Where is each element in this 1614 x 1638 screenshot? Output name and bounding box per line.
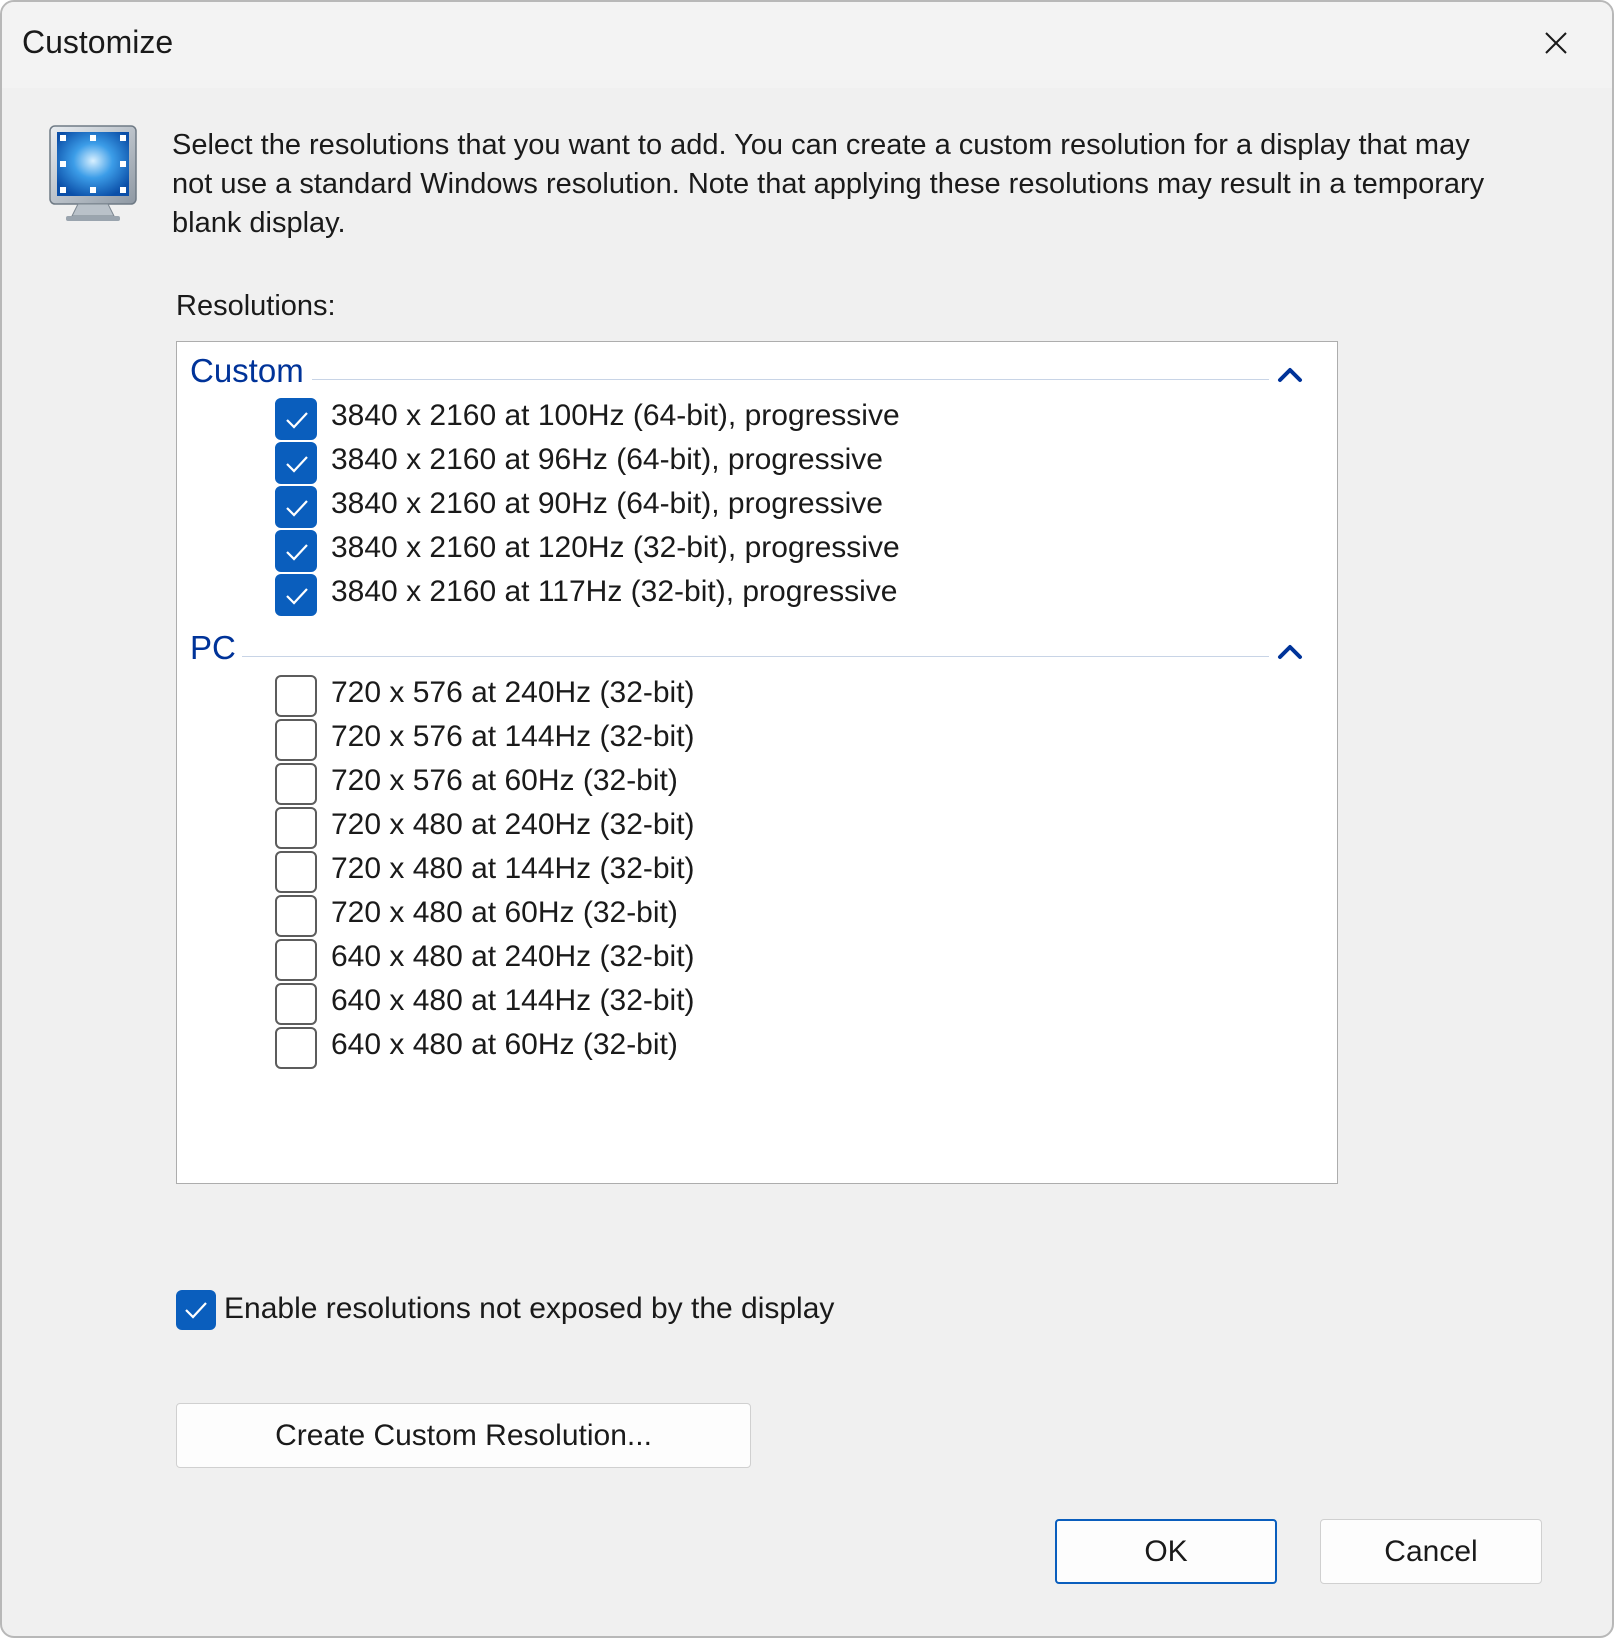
row-label: 3840 x 2160 at 90Hz (64-bit), progressiv… <box>331 487 883 520</box>
row-label: 640 x 480 at 144Hz (32-bit) <box>331 984 695 1017</box>
row-checkbox[interactable] <box>275 895 317 937</box>
chevron-up-icon[interactable] <box>1277 364 1303 384</box>
row-label: 640 x 480 at 240Hz (32-bit) <box>331 940 695 973</box>
list-item[interactable]: 640 x 480 at 240Hz (32-bit) <box>275 938 1315 982</box>
group-header-pc: PC <box>190 629 1325 669</box>
enable-resolutions-label[interactable]: Enable resolutions not exposed by the di… <box>224 1292 834 1326</box>
create-custom-resolution-button[interactable]: Create Custom Resolution... <box>176 1403 751 1468</box>
group-divider <box>238 656 1269 657</box>
resolutions-label: Resolutions: <box>176 290 336 322</box>
row-checkbox[interactable] <box>275 763 317 805</box>
list-item[interactable]: 3840 x 2160 at 90Hz (64-bit), progressiv… <box>275 485 1315 529</box>
close-button[interactable] <box>1530 20 1582 66</box>
group-title-custom: Custom <box>190 352 310 390</box>
list-item[interactable]: 720 x 480 at 60Hz (32-bit) <box>275 894 1315 938</box>
row-label: 3840 x 2160 at 100Hz (64-bit), progressi… <box>331 399 900 432</box>
list-item[interactable]: 3840 x 2160 at 120Hz (32-bit), progressi… <box>275 529 1315 573</box>
row-label: 720 x 576 at 60Hz (32-bit) <box>331 764 678 797</box>
window-title: Customize <box>22 24 174 60</box>
close-icon <box>1545 32 1567 54</box>
checkmark-icon <box>286 500 308 517</box>
row-checkbox[interactable] <box>275 719 317 761</box>
group-divider <box>312 379 1269 380</box>
checkmark-icon <box>286 544 308 561</box>
checkmark-icon <box>185 1302 207 1319</box>
row-checkbox[interactable] <box>275 574 317 616</box>
row-checkbox[interactable] <box>275 851 317 893</box>
row-checkbox[interactable] <box>275 983 317 1025</box>
list-item[interactable]: 720 x 576 at 144Hz (32-bit) <box>275 718 1315 762</box>
enable-resolutions-checkbox[interactable] <box>176 1290 216 1330</box>
row-checkbox[interactable] <box>275 486 317 528</box>
row-label: 720 x 576 at 144Hz (32-bit) <box>331 720 695 753</box>
customize-dialog: Customize Select the resolutions that yo… <box>0 0 1614 1638</box>
row-checkbox[interactable] <box>275 675 317 717</box>
list-item[interactable]: 720 x 576 at 60Hz (32-bit) <box>275 762 1315 806</box>
row-label: 640 x 480 at 60Hz (32-bit) <box>331 1028 678 1061</box>
list-item[interactable]: 640 x 480 at 60Hz (32-bit) <box>275 1026 1315 1070</box>
resolutions-list[interactable]: Custom 3840 x 2160 at 100Hz (64-bit), pr… <box>176 341 1338 1184</box>
list-item[interactable]: 3840 x 2160 at 100Hz (64-bit), progressi… <box>275 397 1315 441</box>
checkmark-icon <box>286 456 308 473</box>
row-checkbox[interactable] <box>275 939 317 981</box>
row-checkbox[interactable] <box>275 398 317 440</box>
row-label: 3840 x 2160 at 117Hz (32-bit), progressi… <box>331 575 898 608</box>
row-label: 720 x 480 at 60Hz (32-bit) <box>331 896 678 929</box>
list-item[interactable]: 3840 x 2160 at 96Hz (64-bit), progressiv… <box>275 441 1315 485</box>
title-bar: Customize <box>2 2 1612 88</box>
list-item[interactable]: 720 x 480 at 240Hz (32-bit) <box>275 806 1315 850</box>
row-checkbox[interactable] <box>275 530 317 572</box>
list-item[interactable]: 3840 x 2160 at 117Hz (32-bit), progressi… <box>275 573 1315 617</box>
list-item[interactable]: 720 x 576 at 240Hz (32-bit) <box>275 674 1315 718</box>
list-item[interactable]: 640 x 480 at 144Hz (32-bit) <box>275 982 1315 1026</box>
group-title-pc: PC <box>190 629 242 667</box>
row-checkbox[interactable] <box>275 1027 317 1069</box>
monitor-icon <box>49 125 137 221</box>
row-label: 3840 x 2160 at 96Hz (64-bit), progressiv… <box>331 443 883 476</box>
row-label: 3840 x 2160 at 120Hz (32-bit), progressi… <box>331 531 900 564</box>
description-text: Select the resolutions that you want to … <box>172 129 1485 239</box>
checkmark-icon <box>286 588 308 605</box>
group-header-custom: Custom <box>190 352 1325 392</box>
ok-button[interactable]: OK <box>1055 1519 1277 1584</box>
row-label: 720 x 480 at 240Hz (32-bit) <box>331 808 695 841</box>
row-checkbox[interactable] <box>275 807 317 849</box>
row-label: 720 x 576 at 240Hz (32-bit) <box>331 676 695 709</box>
list-item[interactable]: 720 x 480 at 144Hz (32-bit) <box>275 850 1315 894</box>
checkmark-icon <box>286 412 308 429</box>
row-label: 720 x 480 at 144Hz (32-bit) <box>331 852 695 885</box>
row-checkbox[interactable] <box>275 442 317 484</box>
cancel-button[interactable]: Cancel <box>1320 1519 1542 1584</box>
chevron-up-icon[interactable] <box>1277 641 1303 661</box>
